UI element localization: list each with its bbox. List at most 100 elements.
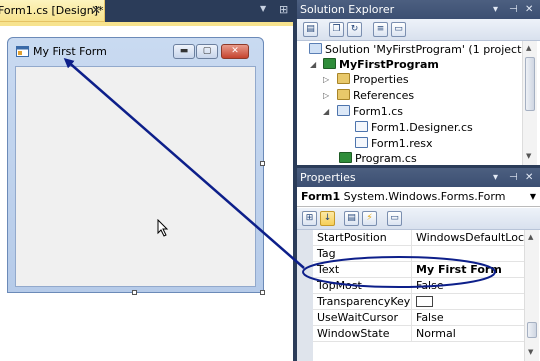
property-pages-icon[interactable]: ▭ — [387, 211, 402, 226]
properties-titlebar: Properties ▾ ⊣ ✕ — [297, 168, 540, 187]
property-value[interactable]: False — [411, 278, 524, 293]
properties-view-icon[interactable]: ▤ — [344, 211, 359, 226]
form-title-text: My First Form — [33, 45, 107, 58]
expand-icon[interactable]: ▷ — [323, 72, 329, 87]
alphabetical-icon[interactable]: ↓ — [320, 211, 335, 226]
tree-item-label: MyFirstProgram — [339, 58, 439, 71]
tree-item-label: Form1.Designer.cs — [371, 121, 473, 134]
property-name: Tag — [317, 247, 336, 260]
property-value[interactable]: False — [411, 310, 524, 325]
collapse-icon[interactable]: ◢ — [323, 104, 329, 119]
property-name: WindowState — [317, 327, 390, 340]
maximize-button[interactable]: ▢ — [196, 44, 218, 59]
color-swatch — [416, 296, 433, 307]
tree-item-properties[interactable]: ▷ Properties — [323, 72, 409, 87]
property-name: Text — [317, 263, 340, 276]
resize-handle-right[interactable] — [260, 161, 265, 166]
property-value[interactable]: Normal — [411, 326, 524, 341]
form-titlebar[interactable]: My First Form ▬ ▢ ✕ — [8, 38, 263, 66]
tree-item-project[interactable]: ◢ MyFirstProgram — [310, 57, 439, 72]
properties-icon[interactable]: ▤ — [303, 22, 318, 37]
split-window-icon[interactable]: ⊞ — [279, 3, 288, 16]
property-row[interactable]: Tag — [313, 246, 524, 262]
tree-item-label: Program.cs — [355, 152, 417, 165]
properties-toolbar: ⊞ ↓ ▤ ⚡ ▭ — [297, 208, 540, 230]
close-form-button[interactable]: ✕ — [221, 44, 249, 59]
property-name: TransparencyKey — [317, 295, 411, 308]
properties-folder-icon — [337, 73, 350, 84]
property-value[interactable] — [411, 246, 524, 261]
properties-title: Properties — [300, 171, 356, 184]
minimize-button[interactable]: ▬ — [173, 44, 195, 59]
scroll-up-icon[interactable]: ▲ — [528, 233, 533, 241]
view-code-icon[interactable]: ≡ — [373, 22, 388, 37]
tree-item-program[interactable]: Program.cs — [339, 151, 417, 166]
object-selector[interactable]: Form1 System.Windows.Forms.Form ▼ — [297, 187, 540, 207]
view-designer-icon[interactable]: ▭ — [391, 22, 406, 37]
solution-explorer-panel: Solution Explorer ▾ ⊣ ✕ ▤ ❐ ↻ ≡ ▭ Soluti… — [297, 0, 540, 165]
property-row[interactable]: StartPosition WindowsDefaultLocation — [313, 230, 524, 246]
property-row[interactable]: TransparencyKey — [313, 294, 524, 310]
tree-item-label: Form1.resx — [371, 137, 433, 150]
window-position-icon[interactable]: ▾ — [493, 168, 498, 187]
window-position-icon[interactable]: ▾ — [493, 0, 498, 19]
scrollbar-thumb[interactable] — [525, 57, 535, 111]
solution-tree[interactable]: Solution 'MyFirstProgram' (1 project) ◢ … — [297, 41, 526, 166]
property-name: UseWaitCursor — [317, 311, 398, 324]
tree-item-form1[interactable]: ◢ Form1.cs — [323, 104, 403, 119]
tab-label: Form1.cs [Design]* — [0, 4, 104, 17]
tree-item-form1-resx[interactable]: Form1.resx — [355, 136, 433, 151]
tab-list-dropdown-icon[interactable]: ▼ — [260, 4, 266, 13]
tab-strip-underline — [0, 22, 293, 26]
designer-form[interactable]: My First Form ▬ ▢ ✕ — [7, 37, 264, 293]
scroll-up-icon[interactable]: ▲ — [526, 44, 531, 52]
tree-item-label: References — [353, 89, 415, 102]
collapse-icon[interactable]: ◢ — [310, 57, 316, 72]
object-name: Form1 — [301, 190, 341, 203]
property-grid[interactable]: StartPosition WindowsDefaultLocation Tag… — [297, 230, 524, 361]
events-icon[interactable]: ⚡ — [362, 211, 377, 226]
tab-form1-design[interactable]: Form1.cs [Design]* ✕ — [0, 0, 105, 22]
cs-file-icon — [355, 121, 368, 132]
scroll-down-icon[interactable]: ▼ — [526, 152, 531, 160]
refresh-icon[interactable]: ↻ — [347, 22, 362, 37]
expand-icon[interactable]: ▷ — [323, 88, 329, 103]
auto-hide-pin-icon[interactable]: ⊣ — [509, 168, 518, 187]
auto-hide-pin-icon[interactable]: ⊣ — [509, 0, 518, 19]
tree-item-references[interactable]: ▷ References — [323, 88, 414, 103]
solution-icon — [309, 43, 322, 54]
solution-explorer-titlebar: Solution Explorer ▾ ⊣ ✕ — [297, 0, 540, 19]
resize-handle-corner[interactable] — [260, 290, 265, 295]
form-file-icon — [337, 105, 350, 116]
chevron-down-icon[interactable]: ▼ — [530, 187, 536, 206]
scrollbar-thumb[interactable] — [527, 322, 537, 338]
property-value[interactable]: WindowsDefaultLocation — [411, 230, 524, 245]
close-tab-icon[interactable]: ✕ — [91, 3, 101, 17]
property-row[interactable]: UseWaitCursor False — [313, 310, 524, 326]
solution-explorer-title: Solution Explorer — [300, 3, 395, 16]
show-all-files-icon[interactable]: ❐ — [329, 22, 344, 37]
close-panel-icon[interactable]: ✕ — [525, 168, 533, 187]
object-type: System.Windows.Forms.Form — [343, 190, 506, 203]
scroll-down-icon[interactable]: ▼ — [528, 348, 533, 356]
cs-file-icon — [339, 152, 352, 163]
close-panel-icon[interactable]: ✕ — [525, 0, 533, 19]
form-designer-surface[interactable]: Form1.cs [Design]* ✕ ▼ ⊞ My First Form ▬… — [0, 0, 293, 361]
tree-item-form1-designer[interactable]: Form1.Designer.cs — [355, 120, 473, 135]
property-value[interactable]: My First Form — [411, 262, 524, 277]
property-grid-gutter — [297, 230, 313, 361]
property-name: StartPosition — [317, 231, 387, 244]
tree-item-label: Solution 'MyFirstProgram' (1 project) — [325, 43, 526, 56]
property-row[interactable]: WindowState Normal — [313, 326, 524, 342]
properties-panel: Properties ▾ ⊣ ✕ Form1 System.Windows.Fo… — [297, 168, 540, 361]
resize-handle-bottom[interactable] — [132, 290, 137, 295]
tree-item-solution[interactable]: Solution 'MyFirstProgram' (1 project) — [309, 42, 526, 57]
property-row[interactable]: TopMost False — [313, 278, 524, 294]
categorized-icon[interactable]: ⊞ — [302, 211, 317, 226]
solution-vertical-scrollbar[interactable]: ▲ ▼ — [522, 41, 537, 165]
form-client-area[interactable] — [15, 66, 256, 287]
property-value[interactable] — [411, 294, 524, 309]
property-row-text[interactable]: Text My First Form — [313, 262, 524, 278]
properties-vertical-scrollbar[interactable]: ▲ ▼ — [524, 230, 539, 361]
solution-explorer-toolbar: ▤ ❐ ↻ ≡ ▭ — [297, 19, 540, 41]
